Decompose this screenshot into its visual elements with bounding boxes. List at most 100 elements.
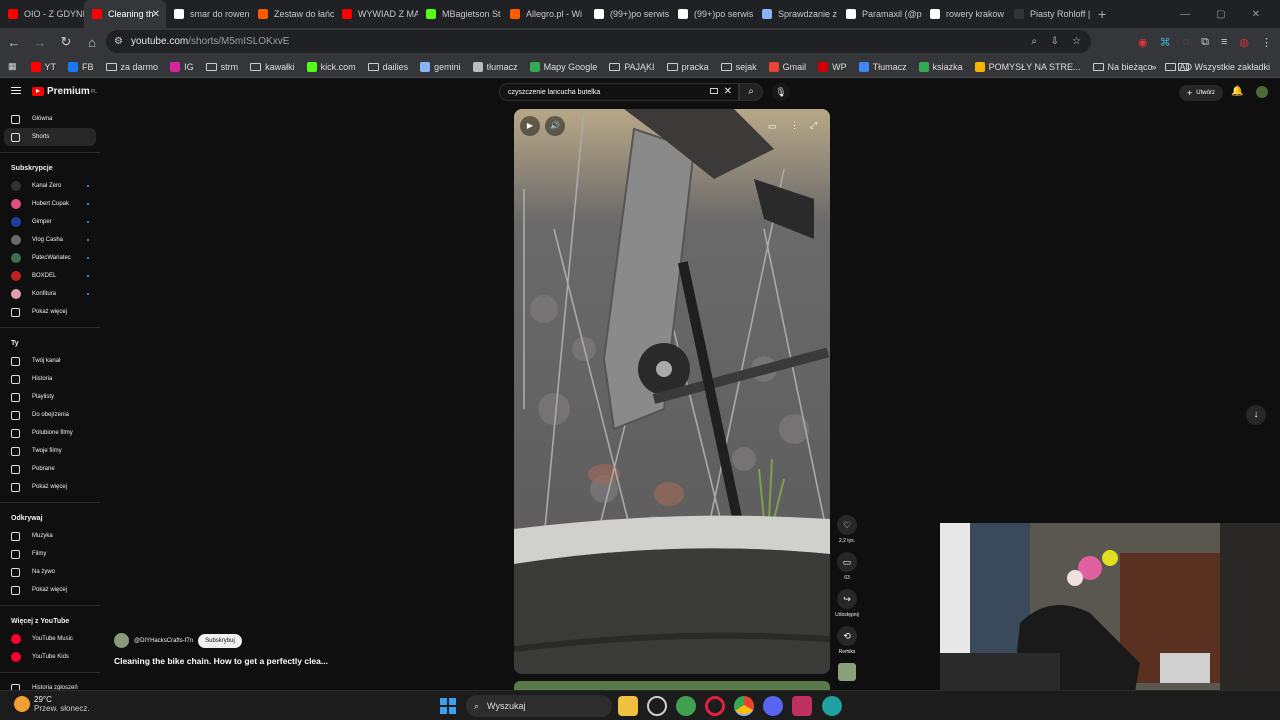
extensions-puzzle-icon[interactable]: ⧉ bbox=[1201, 36, 1209, 49]
volume-icon[interactable]: 🔊 bbox=[545, 116, 565, 136]
sidebar-item-playlist[interactable]: Playlisty bbox=[0, 388, 100, 406]
sidebar-item-youtube-music[interactable]: YouTube Music bbox=[0, 630, 100, 648]
file-explorer-icon[interactable] bbox=[618, 696, 638, 716]
remix-button[interactable]: ⟲ Remiks bbox=[835, 626, 859, 655]
browser-tab[interactable]: Allegro.pl - Wi bbox=[502, 0, 586, 28]
sidebar-item-download[interactable]: Pobrane bbox=[0, 460, 100, 478]
bookmark-item[interactable]: Na bieżąco bbox=[1092, 62, 1153, 72]
search-input[interactable]: czyszczenie lancucha butelka ✕ bbox=[499, 83, 739, 101]
you-heading[interactable]: Ty bbox=[0, 334, 100, 352]
subscription-item[interactable]: Kanał Zero bbox=[0, 177, 100, 195]
subscribe-button[interactable]: Subskrybuj bbox=[198, 633, 242, 648]
keyboard-icon[interactable] bbox=[710, 88, 718, 94]
sidebar-item-channel[interactable]: Twój kanał bbox=[0, 352, 100, 370]
sidebar-item-youtube-kids[interactable]: YouTube Kids bbox=[0, 648, 100, 666]
tab-search-icon[interactable]: ≡ bbox=[1221, 36, 1227, 48]
bookmark-star-icon[interactable]: ☆ bbox=[1072, 36, 1081, 47]
sidebar-item-music[interactable]: Muzyka bbox=[0, 527, 100, 545]
browser-tab[interactable]: WYWIAD Z MA bbox=[334, 0, 418, 28]
browser-tab[interactable]: rowery krakow bbox=[922, 0, 1006, 28]
record-extension-icon[interactable]: ◉ bbox=[1138, 36, 1148, 49]
back-icon[interactable]: ← bbox=[2, 35, 26, 50]
bookmark-item[interactable]: IG bbox=[170, 61, 194, 72]
browser-tab[interactable]: Piasty Rohloff | bbox=[1006, 0, 1090, 28]
windows-start-icon[interactable] bbox=[440, 698, 456, 714]
bookmarks-overflow-icon[interactable]: » bbox=[1151, 62, 1156, 72]
channel-name[interactable]: @DIYHacksCrafts-f7n bbox=[134, 638, 193, 644]
share-button[interactable]: ↪ Udostępnij bbox=[835, 589, 859, 618]
site-info-icon[interactable]: ⚙ bbox=[114, 36, 123, 47]
bookmark-item[interactable]: gemini bbox=[420, 61, 461, 72]
subscription-item[interactable]: Hubert Cupak bbox=[0, 195, 100, 213]
brave-browser-icon[interactable] bbox=[676, 696, 696, 716]
browser-tab[interactable]: Cleaning th ✕ bbox=[84, 0, 166, 28]
bookmark-item[interactable]: kawałki bbox=[250, 62, 295, 72]
app-icon[interactable] bbox=[647, 696, 667, 716]
bookmark-item[interactable]: FB bbox=[68, 61, 94, 72]
sidebar-item-watch-later[interactable]: Do obejrzenia bbox=[0, 406, 100, 424]
bookmark-item[interactable]: dailies bbox=[367, 62, 408, 72]
close-window-icon[interactable]: ✕ bbox=[1252, 9, 1260, 20]
extension-icon[interactable]: ◌ bbox=[1183, 36, 1190, 48]
sidebar-item-history[interactable]: Historia bbox=[0, 370, 100, 388]
reload-icon[interactable]: ↻ bbox=[54, 34, 78, 50]
address-bar[interactable]: ⚙ youtube.com/shorts/M5mISLOKxvE ⌕ ⇩ ☆ bbox=[106, 30, 1091, 53]
clear-search-icon[interactable]: ✕ bbox=[724, 86, 732, 97]
bookmark-item[interactable]: ksiazka bbox=[918, 61, 963, 72]
hamburger-menu-icon[interactable] bbox=[11, 87, 21, 96]
zoom-icon[interactable]: ⌕ bbox=[1031, 36, 1037, 47]
comments-button[interactable]: ▭ 63 bbox=[835, 552, 859, 581]
search-icon[interactable]: ⌕ bbox=[739, 83, 763, 101]
bookmark-item[interactable]: Tłumacz bbox=[858, 61, 907, 72]
discord-icon[interactable] bbox=[763, 696, 783, 716]
subscriptions-heading[interactable]: Subskrypcje bbox=[0, 159, 100, 177]
bookmark-item[interactable]: za darmo bbox=[105, 62, 158, 72]
edge-icon[interactable] bbox=[822, 696, 842, 716]
account-avatar[interactable] bbox=[1256, 86, 1268, 98]
next-short-arrow-icon[interactable]: ↓ bbox=[1246, 405, 1266, 425]
captions-icon[interactable]: ▭ bbox=[768, 121, 777, 132]
close-tab-icon[interactable]: ✕ bbox=[152, 9, 160, 20]
app-tile-icon[interactable] bbox=[792, 696, 812, 716]
bookmark-item[interactable]: Mapy Google bbox=[529, 61, 597, 72]
sidebar-item-home[interactable]: Główna bbox=[0, 110, 100, 128]
sidebar-item-film[interactable]: Filmy bbox=[0, 545, 100, 563]
profile-icon[interactable]: ◍ bbox=[1239, 36, 1249, 49]
sidebar-item-live[interactable]: Na żywo bbox=[0, 563, 100, 581]
translate-extension-icon[interactable]: ⌘ bbox=[1160, 36, 1171, 49]
all-bookmarks[interactable]: Wszystkie zakładki bbox=[1194, 62, 1270, 72]
short-title[interactable]: Cleaning the bike chain. How to get a pe… bbox=[114, 656, 328, 666]
forward-icon[interactable]: → bbox=[28, 35, 52, 50]
subscription-item[interactable]: Gimper bbox=[0, 213, 100, 231]
home-icon[interactable]: ⌂ bbox=[80, 35, 104, 50]
subscription-item[interactable]: BOXDEL bbox=[0, 267, 100, 285]
browser-tab[interactable]: OIO - Z GDYNI bbox=[0, 0, 84, 28]
microphone-icon[interactable]: 🎙 bbox=[772, 83, 790, 101]
sidebar-item-chevron-down[interactable]: Pokaż więcej bbox=[0, 478, 100, 496]
notifications-bell-icon[interactable]: 🔔 bbox=[1231, 86, 1243, 97]
subscription-item[interactable]: Vlog Casha bbox=[0, 231, 100, 249]
maximize-icon[interactable]: ▢ bbox=[1216, 9, 1225, 20]
bookmark-item[interactable]: POMYSŁY NA STRE... bbox=[974, 61, 1081, 72]
bookmark-item[interactable]: kick.com bbox=[306, 61, 356, 72]
chrome-icon[interactable] bbox=[734, 696, 754, 716]
weather-widget[interactable]: 29°C Przew. słonecz. bbox=[14, 695, 90, 713]
youtube-premium-logo[interactable]: Premium PL bbox=[32, 86, 97, 97]
sidebar-item-videos[interactable]: Twoje filmy bbox=[0, 442, 100, 460]
bookmark-item[interactable]: pracka bbox=[666, 62, 709, 72]
minimize-icon[interactable]: — bbox=[1180, 9, 1190, 20]
browser-tab[interactable]: Sprawdzanie z bbox=[754, 0, 838, 28]
sidebar-item-liked[interactable]: Polubione filmy bbox=[0, 424, 100, 442]
play-icon[interactable]: ▶ bbox=[520, 116, 540, 136]
bookmark-item[interactable]: tłumacz bbox=[472, 61, 518, 72]
menu-icon[interactable]: ⋮ bbox=[1261, 36, 1272, 49]
sidebar-item-shorts[interactable]: Shorts bbox=[4, 128, 96, 146]
sidebar-item-chevron-down[interactable]: Pokaż więcej bbox=[0, 581, 100, 599]
create-button[interactable]: + Utwórz bbox=[1179, 85, 1223, 101]
browser-tab[interactable]: MBagietson St bbox=[418, 0, 502, 28]
opera-gx-icon[interactable] bbox=[705, 696, 725, 716]
like-button[interactable]: ♡ 2,2 tys. bbox=[835, 515, 859, 544]
browser-tab[interactable]: smar do rowen bbox=[166, 0, 250, 28]
browser-tab[interactable]: Zestaw do łańc bbox=[250, 0, 334, 28]
new-tab-icon[interactable]: + bbox=[1098, 6, 1106, 22]
